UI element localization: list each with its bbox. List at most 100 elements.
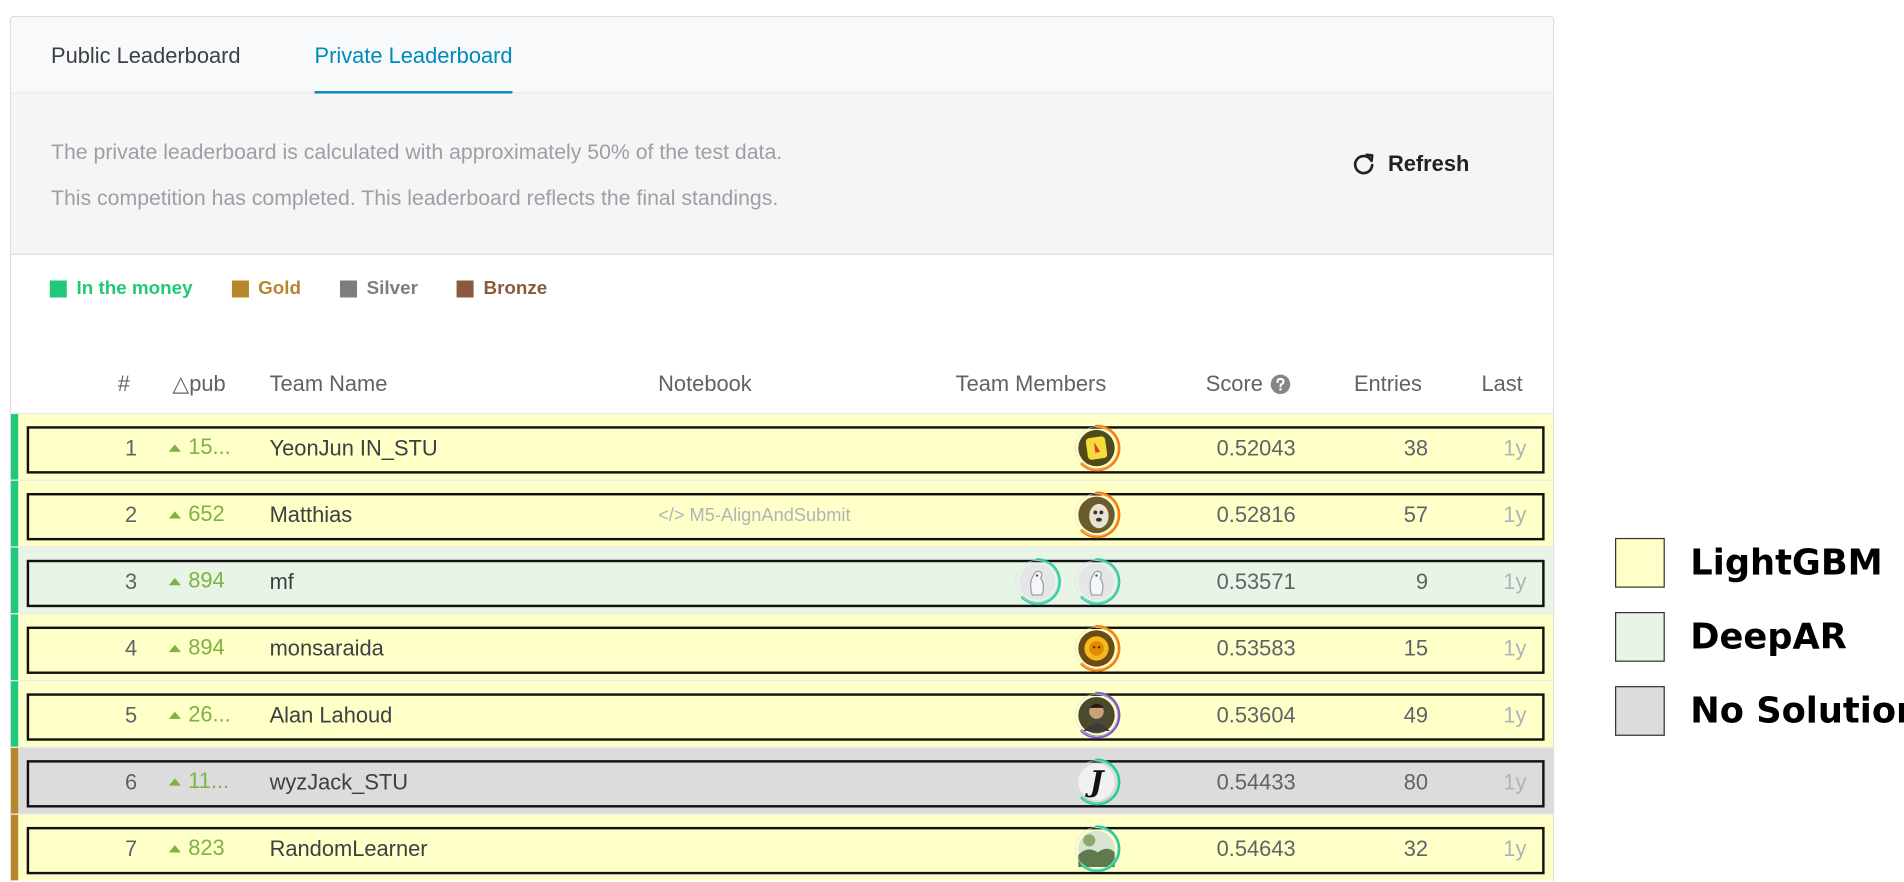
entries-cell: 9: [1415, 569, 1429, 594]
tab-public-leaderboard[interactable]: Public Leaderboard: [51, 17, 241, 94]
table-row[interactable]: 2 652 Matthias </> M5-AlignAndSubmit 0.52816…: [10, 479, 1554, 548]
rank-cell: 5: [125, 703, 138, 728]
rank-cell: 1: [125, 435, 138, 461]
table-row[interactable]: 7 823 RandomLearner 0.54643 32 1y: [10, 813, 1554, 882]
public-delta-cell: 823: [168, 815, 225, 882]
team-name[interactable]: mf: [270, 548, 294, 615]
column-header-team-name: Team Name: [269, 371, 388, 396]
help-circle-icon[interactable]: [1270, 374, 1291, 395]
medal-tier-stripe: [10, 614, 19, 681]
default-duck-avatar[interactable]: [1012, 556, 1063, 607]
landscape-photo-avatar[interactable]: [1071, 823, 1122, 874]
model-key-label: DeepAR: [1690, 615, 1847, 657]
public-delta-cell: 15...: [168, 414, 231, 481]
refresh-label: Refresh: [1387, 151, 1470, 176]
tab-private-leaderboard[interactable]: Private Leaderboard: [314, 17, 513, 94]
model-key-item-deepar: DeepAR: [1615, 611, 1904, 662]
team-name[interactable]: Alan Lahoud: [270, 681, 393, 748]
legend-label: Bronze: [483, 278, 548, 299]
public-delta-value: 652: [188, 501, 225, 526]
model-key-label: LightGBM: [1690, 541, 1883, 583]
public-delta-value: 11...: [188, 768, 230, 793]
entries-cell: 57: [1403, 502, 1429, 528]
public-delta-cell: 26...: [168, 681, 231, 748]
person-photo-avatar[interactable]: [1071, 690, 1122, 741]
entries-cell: 49: [1403, 703, 1429, 728]
team-name[interactable]: YeonJun IN_STU: [270, 414, 438, 481]
public-delta-cell: 652: [168, 481, 225, 548]
team-name[interactable]: RandomLearner: [270, 815, 428, 882]
medal-tier-stripe: [10, 814, 19, 881]
column-header-score-label: Score: [1205, 371, 1263, 396]
model-key-swatch: [1615, 537, 1665, 588]
rank-cell: 4: [125, 636, 138, 661]
team-name[interactable]: wyzJack_STU: [270, 748, 408, 815]
public-delta-value: 894: [188, 635, 225, 660]
up-arrow-icon: [168, 777, 181, 786]
public-delta-cell: 11...: [168, 748, 230, 815]
team-name[interactable]: Matthias: [270, 481, 353, 548]
legend-item-in-the-money: In the money: [49, 278, 193, 300]
leaderboard-panel: Public Leaderboard Private Leaderboard T…: [9, 15, 1555, 882]
score-cell: 0.54433: [1216, 769, 1296, 795]
public-delta-value: 15...: [188, 434, 231, 460]
last-submission-cell: 1y: [1503, 502, 1527, 528]
up-arrow-icon: [168, 644, 181, 652]
public-delta-value: 894: [188, 568, 225, 593]
up-arrow-icon: [168, 710, 181, 719]
model-highlight-box: [26, 559, 1545, 608]
public-delta-value: 26...: [188, 701, 231, 727]
screenshot-canvas: Public Leaderboard Private Leaderboard T…: [0, 0, 1904, 882]
legend-label: In the money: [76, 278, 193, 299]
column-header-rank: #: [117, 371, 130, 396]
legend-swatch: [339, 280, 357, 298]
rank-cell: 7: [125, 836, 138, 861]
team-name[interactable]: monsaraida: [270, 614, 384, 681]
model-key-swatch: [1615, 685, 1665, 736]
entries-cell: 38: [1403, 435, 1429, 461]
rank-cell: 2: [125, 502, 138, 528]
public-delta-value: 823: [188, 835, 225, 860]
sun-face-avatar[interactable]: [1071, 623, 1122, 674]
table-row[interactable]: 1 15... YeonJun IN_STU 0.52043 38 1y: [10, 412, 1554, 481]
last-submission-cell: 1y: [1503, 636, 1527, 661]
leaderboard-tabs: Public Leaderboard Private Leaderboard: [10, 17, 1554, 94]
model-key-item-no-solution: No Solution: [1615, 685, 1904, 736]
model-highlight-box: [26, 626, 1545, 674]
refresh-button[interactable]: Refresh: [1352, 147, 1470, 181]
dog-photo-avatar[interactable]: [1071, 489, 1122, 540]
model-highlight-box: [26, 826, 1545, 875]
table-row[interactable]: 5 26... Alan Lahoud 0.53604 49 1y: [10, 680, 1554, 748]
notebook-link[interactable]: </> M5-AlignAndSubmit: [658, 481, 850, 548]
last-submission-cell: 1y: [1503, 569, 1527, 594]
table-row[interactable]: 6 11... wyzJack_STU J 0.54433 80 1y: [10, 746, 1554, 815]
up-arrow-icon: [168, 443, 181, 452]
public-delta-cell: 894: [168, 548, 225, 615]
table-row[interactable]: 3 894 mf 0.53571 9 1y: [10, 546, 1554, 615]
rank-cell: 6: [125, 769, 138, 795]
last-submission-cell: 1y: [1503, 435, 1527, 461]
column-header-last: Last: [1481, 371, 1523, 396]
legend-label: Silver: [366, 278, 418, 299]
legend-swatch: [49, 280, 67, 298]
leaderboard-info-banner: The private leaderboard is calculated wi…: [10, 93, 1554, 256]
table-row[interactable]: 4 894 monsaraida 0.53583 15 1y: [10, 613, 1554, 681]
legend-item-gold: Gold: [231, 278, 301, 300]
default-duck-avatar[interactable]: [1071, 556, 1122, 607]
score-cell: 0.53571: [1216, 569, 1296, 594]
medal-tier-stripe: [10, 414, 19, 480]
model-key-label: No Solution: [1690, 689, 1904, 732]
legend-swatch: [456, 280, 474, 298]
column-header-team-members: Team Members: [955, 371, 1107, 396]
public-delta-cell: 894: [168, 614, 225, 681]
info-line-final-standings: This competition has completed. This lea…: [51, 185, 779, 211]
medal-tier-stripe: [10, 748, 19, 814]
model-highlight-box: [26, 760, 1545, 808]
model-key-item-lightgbm: LightGBM: [1615, 537, 1904, 588]
medal-tier-stripe: [10, 681, 19, 747]
score-cell: 0.53583: [1216, 636, 1296, 661]
rank-cell: 3: [125, 569, 138, 594]
medal-tier-stripe: [10, 547, 19, 614]
letter-j-avatar[interactable]: J: [1071, 757, 1122, 808]
yellow-sticker-avatar[interactable]: [1071, 423, 1122, 474]
